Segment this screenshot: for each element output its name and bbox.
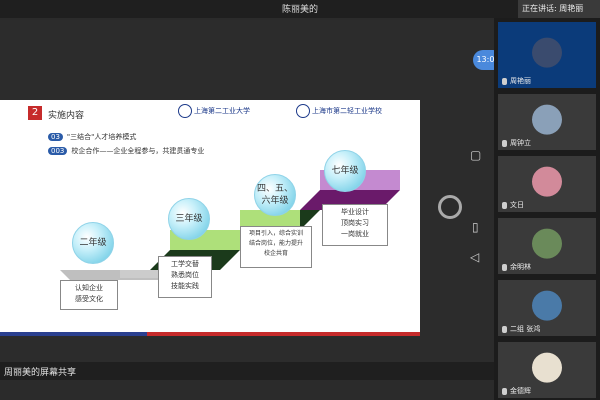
participant-name: 金德辉 [502, 386, 531, 396]
stage-sphere: 七年级 [324, 150, 366, 192]
participant-name: 文日 [502, 200, 524, 210]
participant-tile[interactable]: 二组 张鸿 [498, 280, 596, 336]
stage-description: 项目引入，综合实训 结合岗位，能力提升 校企共育 [240, 226, 312, 268]
stage-sphere: 二年级 [72, 222, 114, 264]
participant-tile[interactable]: 周艳丽 [498, 22, 596, 88]
avatar [532, 352, 562, 383]
mic-icon [502, 77, 507, 85]
stage-sphere: 四、五、六年级 [254, 174, 296, 216]
university-logo: 上海第二工业大学 [178, 104, 288, 120]
bullet-item: 003 校企合作——企业全程参与，共建贯通专业 [48, 146, 204, 156]
mic-icon [502, 201, 507, 209]
stage-sphere: 三年级 [168, 198, 210, 240]
mic-icon [502, 387, 507, 395]
avatar [532, 104, 562, 135]
stage-description: 工学交替 熟悉岗位 技能实践 [158, 256, 212, 298]
avatar [532, 228, 562, 259]
mic-icon [502, 325, 507, 333]
slide-number: 2 [28, 106, 42, 120]
school-logo: 上海市第二轻工业学校 [296, 104, 418, 120]
participant-name: 余明林 [502, 262, 531, 272]
home-circle-icon[interactable] [438, 195, 462, 219]
participant-tile[interactable]: 周钟立 [498, 94, 596, 150]
speaking-indicator: 正在讲话: 周艳丽 [518, 0, 600, 18]
participant-tile[interactable]: 文日 [498, 156, 596, 212]
menu-icon[interactable]: ▯ [472, 220, 479, 234]
share-status-text: 周丽美的屏幕共享 [4, 368, 77, 378]
mic-icon [502, 139, 507, 147]
participant-tile[interactable]: 余明林 [498, 218, 596, 274]
presentation-slide: 2 实施内容 上海第二工业大学 上海市第二轻工业学校 03 "三结合"人才培养模式… [0, 100, 420, 336]
participant-name: 周艳丽 [502, 76, 531, 86]
school-seal-icon [296, 104, 310, 118]
shared-screen-area: 2 实施内容 上海第二工业大学 上海市第二轻工业学校 03 "三结合"人才培养模式… [0, 20, 494, 380]
avatar [532, 290, 562, 321]
bullet-item: 03 "三结合"人才培养模式 [48, 132, 136, 142]
avatar [532, 37, 562, 68]
mic-icon [502, 263, 507, 271]
back-triangle-icon[interactable]: ◁ [470, 250, 479, 264]
stage-description: 认知企业 感受文化 [60, 280, 118, 310]
avatar [532, 166, 562, 197]
window-title: 陈丽美的 [281, 5, 318, 15]
window-titlebar: 陈丽美的 正在讲话: 周艳丽 [0, 0, 600, 18]
square-icon[interactable]: ▢ [470, 148, 481, 162]
share-status-bar: 周丽美的屏幕共享 [0, 362, 494, 380]
participants-panel[interactable]: 周艳丽 周钟立 文日 余明林 二组 张鸿 金德辉 [494, 18, 600, 400]
university-seal-icon [178, 104, 192, 118]
participant-name: 周钟立 [502, 138, 531, 148]
slide-footer-bar [0, 332, 420, 336]
participant-name: 二组 张鸿 [502, 324, 540, 334]
participant-tile[interactable]: 金德辉 [498, 342, 596, 398]
stage-description: 毕业设计 顶岗实习 一岗就业 [322, 204, 388, 246]
slide-heading: 实施内容 [48, 111, 85, 121]
